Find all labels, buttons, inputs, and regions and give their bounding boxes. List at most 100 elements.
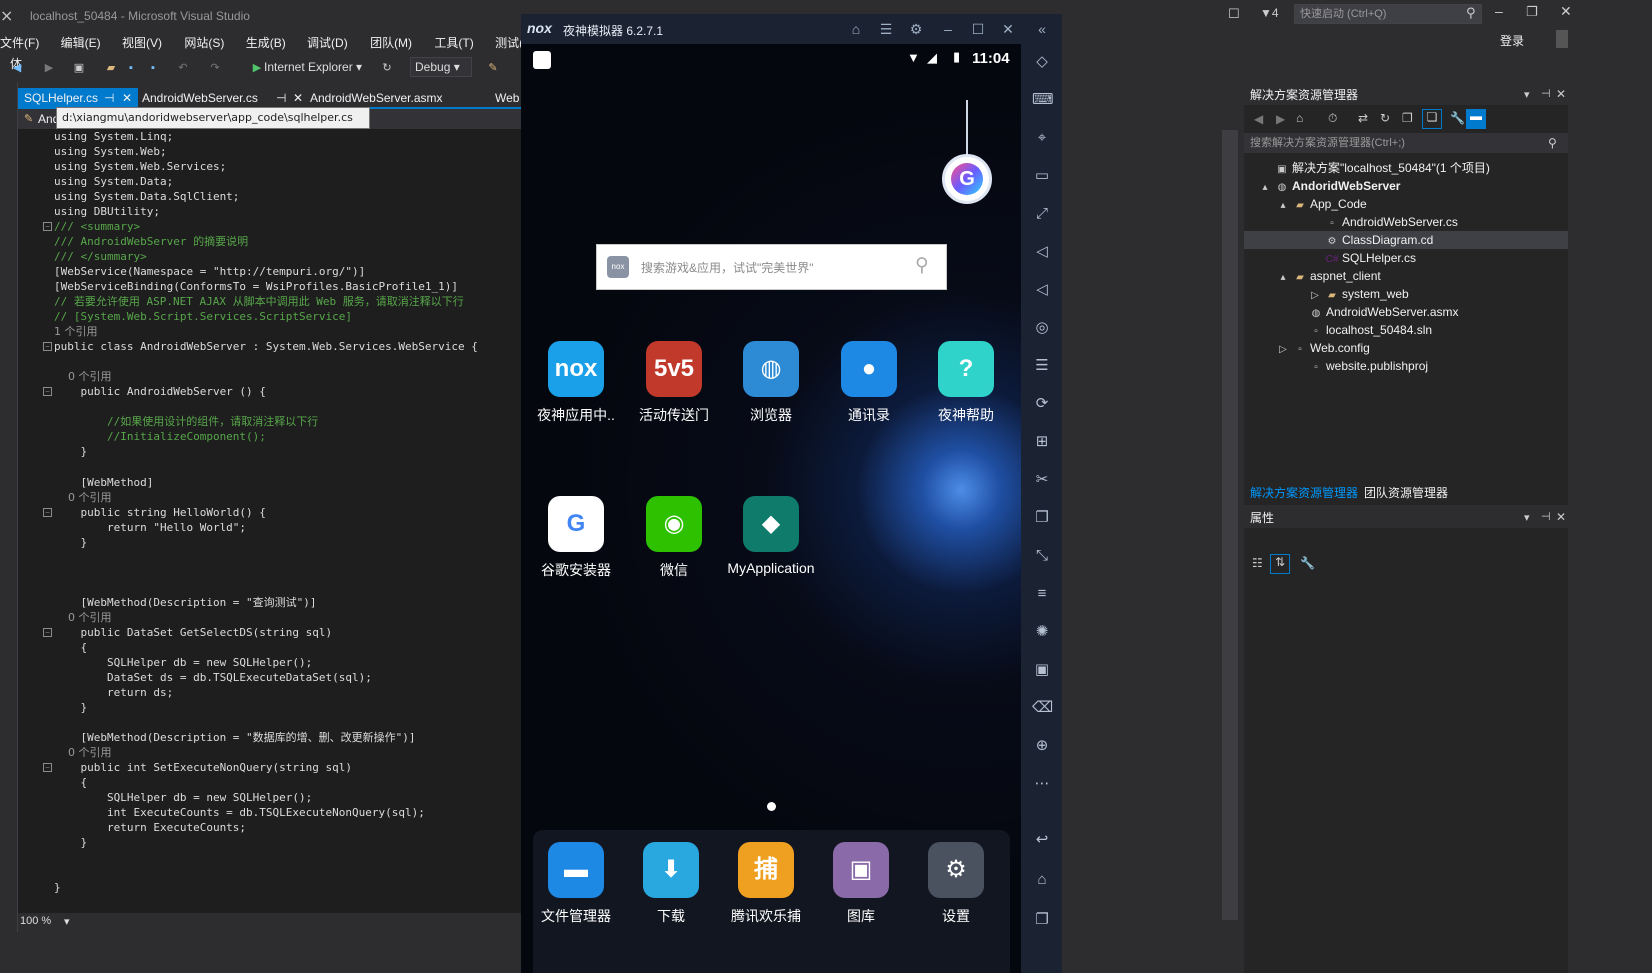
code-line[interactable]: using DBUtility; (54, 204, 160, 219)
code-line[interactable]: return "Hello World"; (54, 520, 246, 535)
code-line[interactable]: //InitializeComponent(); (54, 429, 266, 444)
preview-icon[interactable]: ▬ (1466, 109, 1486, 129)
loading-icon[interactable]: ✺ (1032, 622, 1052, 642)
app-search-bar[interactable]: nox 搜索游戏&应用，试试"完美世界" ⚲ (596, 244, 947, 290)
refresh-icon[interactable]: ↻ (380, 54, 394, 80)
menu-team[interactable]: 团队(M) (358, 30, 419, 51)
refresh-icon[interactable]: ↻ (1380, 111, 1390, 125)
tree-node[interactable]: ▷ ▫ Web.config (1244, 339, 1568, 357)
fold-toggle-icon[interactable]: − (43, 628, 52, 637)
open-icon[interactable]: ▰ (104, 54, 118, 80)
tree-node[interactable]: ◍ AndroidWebServer.asmx (1244, 303, 1568, 321)
search-icon[interactable]: ⚲ (915, 254, 929, 277)
screen-icon[interactable]: ▭ (1032, 166, 1052, 186)
search-icon[interactable]: ⚲ (1548, 136, 1557, 150)
close-tab-icon[interactable]: ✕ (293, 88, 303, 109)
keyboard-icon[interactable]: ⌨ (1032, 90, 1054, 110)
code-line[interactable]: } (54, 535, 87, 550)
apk-install-icon[interactable]: ⊞ (1032, 432, 1052, 452)
tree-node[interactable]: ▫ website.publishproj (1244, 357, 1568, 375)
undo-icon[interactable]: ↶ (176, 54, 190, 80)
gamepad-icon[interactable]: ⊕ (1032, 736, 1052, 756)
scissors-icon[interactable]: ✂ (1032, 470, 1052, 490)
tree-node[interactable]: ▫ AndroidWebServer.cs (1244, 213, 1568, 231)
dock-app-4[interactable]: ⚙ 设置 (911, 842, 1001, 926)
app-icon-6[interactable]: ◉ 微信 (629, 496, 719, 580)
maximize-icon[interactable]: ☐ (969, 20, 987, 38)
fullscreen-icon[interactable]: ⤢ (1032, 204, 1052, 224)
fold-toggle-icon[interactable]: − (43, 387, 52, 396)
close-tab-icon[interactable]: ✕ (122, 88, 132, 109)
tab-androidwebserver-asmx[interactable]: AndroidWebServer.asmx (304, 88, 449, 109)
location-icon[interactable]: ⌖ (1032, 128, 1052, 148)
close-icon[interactable]: ✕ (1560, 3, 1572, 20)
code-line[interactable]: int ExecuteCounts = db.TSQLExecuteNonQue… (54, 805, 425, 820)
back-icon[interactable]: ◀ (1254, 112, 1263, 126)
code-line[interactable]: public DataSet GetSelectDS(string sql) (54, 625, 332, 640)
code-line[interactable]: public AndroidWebServer () { (54, 384, 265, 399)
solution-search-input[interactable]: 搜索解决方案资源管理器(Ctrl+;) (1244, 133, 1568, 153)
tab-team-explorer[interactable]: 团队资源管理器 (1364, 484, 1448, 501)
tree-node[interactable]: ▣ 解决方案"localhost_50484"(1 个项目) (1244, 159, 1568, 177)
code-line[interactable]: /// AndroidWebServer 的摘要说明 (54, 234, 248, 249)
tree-node[interactable]: ▴ ▰ App_Code (1244, 195, 1568, 213)
dock-app-1[interactable]: ⬇ 下载 (626, 842, 716, 926)
restore-icon[interactable]: ❐ (1526, 4, 1538, 20)
record-icon[interactable]: ▣ (1032, 660, 1052, 680)
account-icon[interactable] (1556, 30, 1568, 48)
tab-androidwebserver-cs[interactable]: AndroidWebServer.cs ⊣ ✕ (136, 88, 308, 109)
menu-file[interactable]: 文件(F) (0, 30, 46, 51)
volume-up-icon[interactable]: ◁ (1032, 242, 1052, 262)
code-line[interactable]: // 若要允许使用 ASP.NET AJAX 从脚本中调用此 Web 服务，请取… (54, 294, 464, 309)
redo-icon[interactable]: ↷ (208, 54, 222, 80)
tab-solution-explorer[interactable]: 解决方案资源管理器 (1250, 484, 1358, 501)
tree-node[interactable]: ▫ localhost_50484.sln (1244, 321, 1568, 339)
android-screen[interactable]: ▼ ◢ ▮ 11:04 G nox 搜索游戏&应用，试试"完美世界" ⚲ nox… (521, 44, 1021, 973)
close-panel-icon[interactable]: ✕ (1556, 87, 1566, 101)
shirt-icon[interactable]: ⌂ (847, 20, 865, 38)
fold-toggle-icon[interactable]: − (43, 508, 52, 517)
history-icon[interactable]: ⏱ (1328, 111, 1337, 126)
code-editor[interactable]: using System.Linq; using System.Web; using… (18, 129, 563, 919)
panel-dropdown-icon[interactable]: ▾ (1524, 88, 1530, 101)
code-line[interactable]: using System.Data.SqlClient; (54, 189, 239, 204)
signin-link[interactable]: 登录 (1500, 32, 1524, 49)
code-line[interactable]: } (54, 444, 87, 459)
keymap-icon[interactable]: ◇ (1032, 52, 1052, 72)
code-line[interactable]: //如果使用设计的组件，请取消注释以下行 (54, 414, 318, 429)
collapse-sidebar-icon[interactable]: « (1033, 20, 1051, 38)
feedback-icon[interactable]: ☐ (1228, 6, 1240, 22)
fold-toggle-icon[interactable]: − (43, 342, 52, 351)
menu-view[interactable]: 视图(V) (111, 30, 169, 51)
code-line[interactable]: public class AndroidWebServer : System.W… (54, 339, 478, 354)
search-icon[interactable]: ⚲ (1466, 5, 1476, 21)
code-line[interactable]: [WebMethod(Description = "查询测试")] (54, 595, 316, 610)
code-line[interactable]: /// <summary> (54, 219, 140, 234)
app-icon-7[interactable]: ◆ MyApplication (726, 496, 816, 576)
code-line[interactable]: } (54, 700, 87, 715)
back-icon[interactable]: ↩ (1032, 830, 1052, 850)
code-line[interactable]: /// </summary> (54, 249, 147, 264)
code-line[interactable]: using System.Web.Services; (54, 159, 226, 174)
code-line[interactable]: [WebMethod(Description = "数据库的增、删、改更新操作"… (54, 730, 415, 745)
code-line[interactable]: // [System.Web.Script.Services.ScriptSer… (54, 309, 352, 324)
notifications-icon[interactable]: ▼4 (1260, 6, 1279, 20)
pin-icon[interactable]: ⊣ (276, 88, 286, 109)
fold-toggle-icon[interactable]: − (43, 763, 52, 772)
property-pages-icon[interactable]: 🔧 (1300, 556, 1315, 570)
code-line[interactable]: } (54, 880, 61, 895)
minimize-icon[interactable]: – (1495, 3, 1503, 19)
sync-icon[interactable]: ⟳ (1032, 394, 1052, 414)
collapse-icon[interactable]: ❐ (1402, 111, 1413, 125)
app-icon-0[interactable]: nox 夜神应用中.. (531, 341, 621, 425)
code-line[interactable]: 0 个引用 (54, 369, 112, 384)
code-line[interactable]: using System.Linq; (54, 129, 173, 144)
code-line[interactable]: [WebMethod] (54, 475, 153, 490)
delete-icon[interactable]: ⌫ (1032, 698, 1053, 718)
close-icon[interactable]: ✕ (999, 20, 1017, 38)
new-project-icon[interactable]: ▣ (72, 54, 86, 80)
menu-website[interactable]: 网站(S) (172, 30, 231, 51)
save-all-icon[interactable]: ▪ (146, 54, 160, 80)
code-line[interactable]: 0 个引用 (54, 490, 112, 505)
code-line[interactable]: } (54, 835, 87, 850)
